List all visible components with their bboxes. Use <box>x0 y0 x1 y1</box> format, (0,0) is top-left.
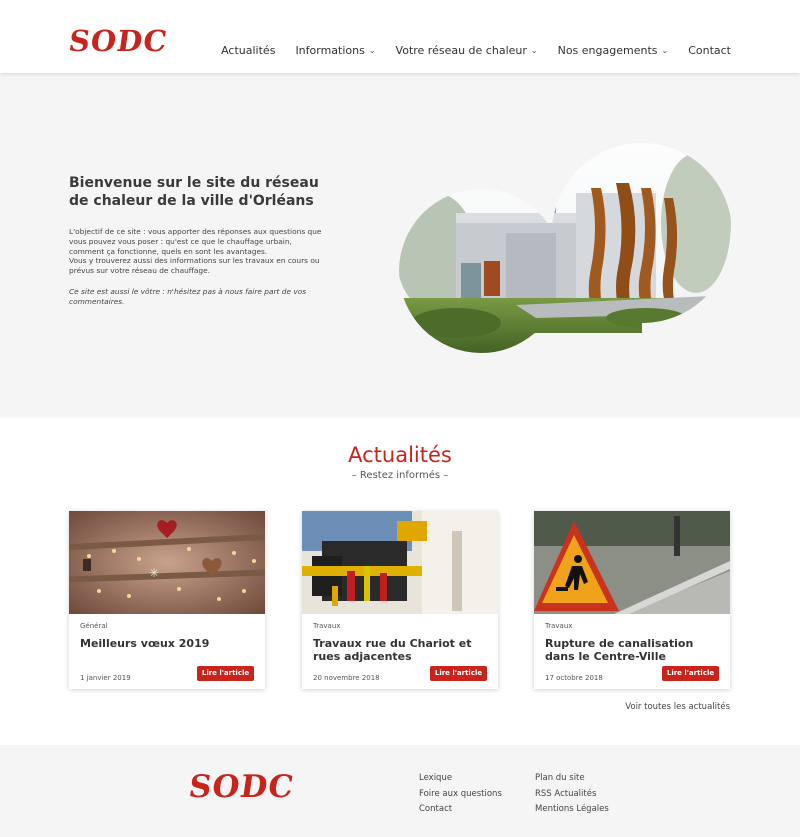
footer-links-col-2: Plan du site RSS Actualités Mentions Lég… <box>535 771 609 818</box>
news-section-title: Actualités <box>348 443 452 467</box>
hero-paragraph-2: Vous y trouverez aussi des informations … <box>69 256 320 276</box>
site-footer: SODC Lexique Foire aux questions Contact… <box>0 745 800 837</box>
read-article-button[interactable]: Lire l'article <box>430 666 487 681</box>
news-card-image-roadwork-sign <box>534 511 730 614</box>
footer-link-rss[interactable]: RSS Actualités <box>535 787 609 803</box>
footer-link-legal[interactable]: Mentions Légales <box>535 802 609 818</box>
nav-contact[interactable]: Contact <box>688 44 731 57</box>
site-logo[interactable]: SODC <box>67 24 170 58</box>
chevron-down-icon: ⌄ <box>661 46 669 55</box>
news-card-image-christmas: ✳ <box>69 511 265 614</box>
main-nav: Actualités Informations ⌄ Votre réseau de… <box>201 44 731 57</box>
news-card-date: 17 octobre 2018 <box>545 674 603 682</box>
footer-link-lexique[interactable]: Lexique <box>419 771 502 787</box>
hero-paragraph-1: L'objectif de ce site : vous apporter de… <box>69 227 322 256</box>
chevron-down-icon: ⌄ <box>530 46 538 55</box>
hero-italic-text: Ce site est aussi le vôtre : n'hésitez p… <box>69 287 307 306</box>
news-card-category: Travaux <box>545 622 573 630</box>
news-card[interactable]: Travaux Travaux rue du Chariot et rues a… <box>302 511 498 689</box>
news-card-title[interactable]: Travaux rue du Chariot et rues adjacente… <box>313 637 489 663</box>
news-card-title[interactable]: Rupture de canalisation dans le Centre-V… <box>545 637 721 663</box>
news-card-category: Général <box>80 622 108 630</box>
news-card-title[interactable]: Meilleurs vœux 2019 <box>80 637 256 650</box>
news-card-date: 1 janvier 2019 <box>80 674 131 682</box>
hero-title: Bienvenue sur le site du réseau de chale… <box>69 175 319 209</box>
news-card-category: Travaux <box>313 622 341 630</box>
chevron-down-icon: ⌄ <box>368 46 376 55</box>
site-header: SODC Actualités Informations ⌄ Votre rése… <box>0 0 800 73</box>
nav-informations[interactable]: Informations ⌄ <box>295 44 375 57</box>
nav-reseau[interactable]: Votre réseau de chaleur ⌄ <box>396 44 538 57</box>
nav-engagements[interactable]: Nos engagements ⌄ <box>558 44 669 57</box>
nav-label: Nos engagements <box>557 44 658 57</box>
news-card-image-tools <box>302 511 498 614</box>
news-card-date: 20 novembre 2018 <box>313 674 380 682</box>
footer-link-contact[interactable]: Contact <box>419 802 502 818</box>
read-article-button[interactable]: Lire l'article <box>662 666 719 681</box>
footer-links-col-1: Lexique Foire aux questions Contact <box>419 771 502 818</box>
nav-label: Votre réseau de chaleur <box>395 44 527 57</box>
hero-building-image <box>399 143 732 353</box>
nav-label: Informations <box>295 44 365 57</box>
nav-label: Contact <box>688 44 731 57</box>
footer-logo[interactable]: SODC <box>186 769 296 805</box>
svg-text:✳: ✳ <box>149 566 159 580</box>
footer-link-faq[interactable]: Foire aux questions <box>419 787 502 803</box>
read-article-button[interactable]: Lire l'article <box>197 666 254 681</box>
footer-link-sitemap[interactable]: Plan du site <box>535 771 609 787</box>
see-all-news-link[interactable]: Voir toutes les actualités <box>625 702 730 712</box>
nav-actualites[interactable]: Actualités <box>221 44 275 57</box>
hero-text: L'objectif de ce site : vous apporter de… <box>69 227 324 276</box>
news-card[interactable]: ✳ Général Meilleurs vœux 2019 1 janvier … <box>69 511 265 689</box>
news-card[interactable]: Travaux Rupture de canalisation dans le … <box>534 511 730 689</box>
nav-label: Actualités <box>221 44 276 57</box>
news-section-subtitle: – Restez informés – <box>351 470 449 481</box>
hero-section: Bienvenue sur le site du réseau de chale… <box>0 73 800 418</box>
